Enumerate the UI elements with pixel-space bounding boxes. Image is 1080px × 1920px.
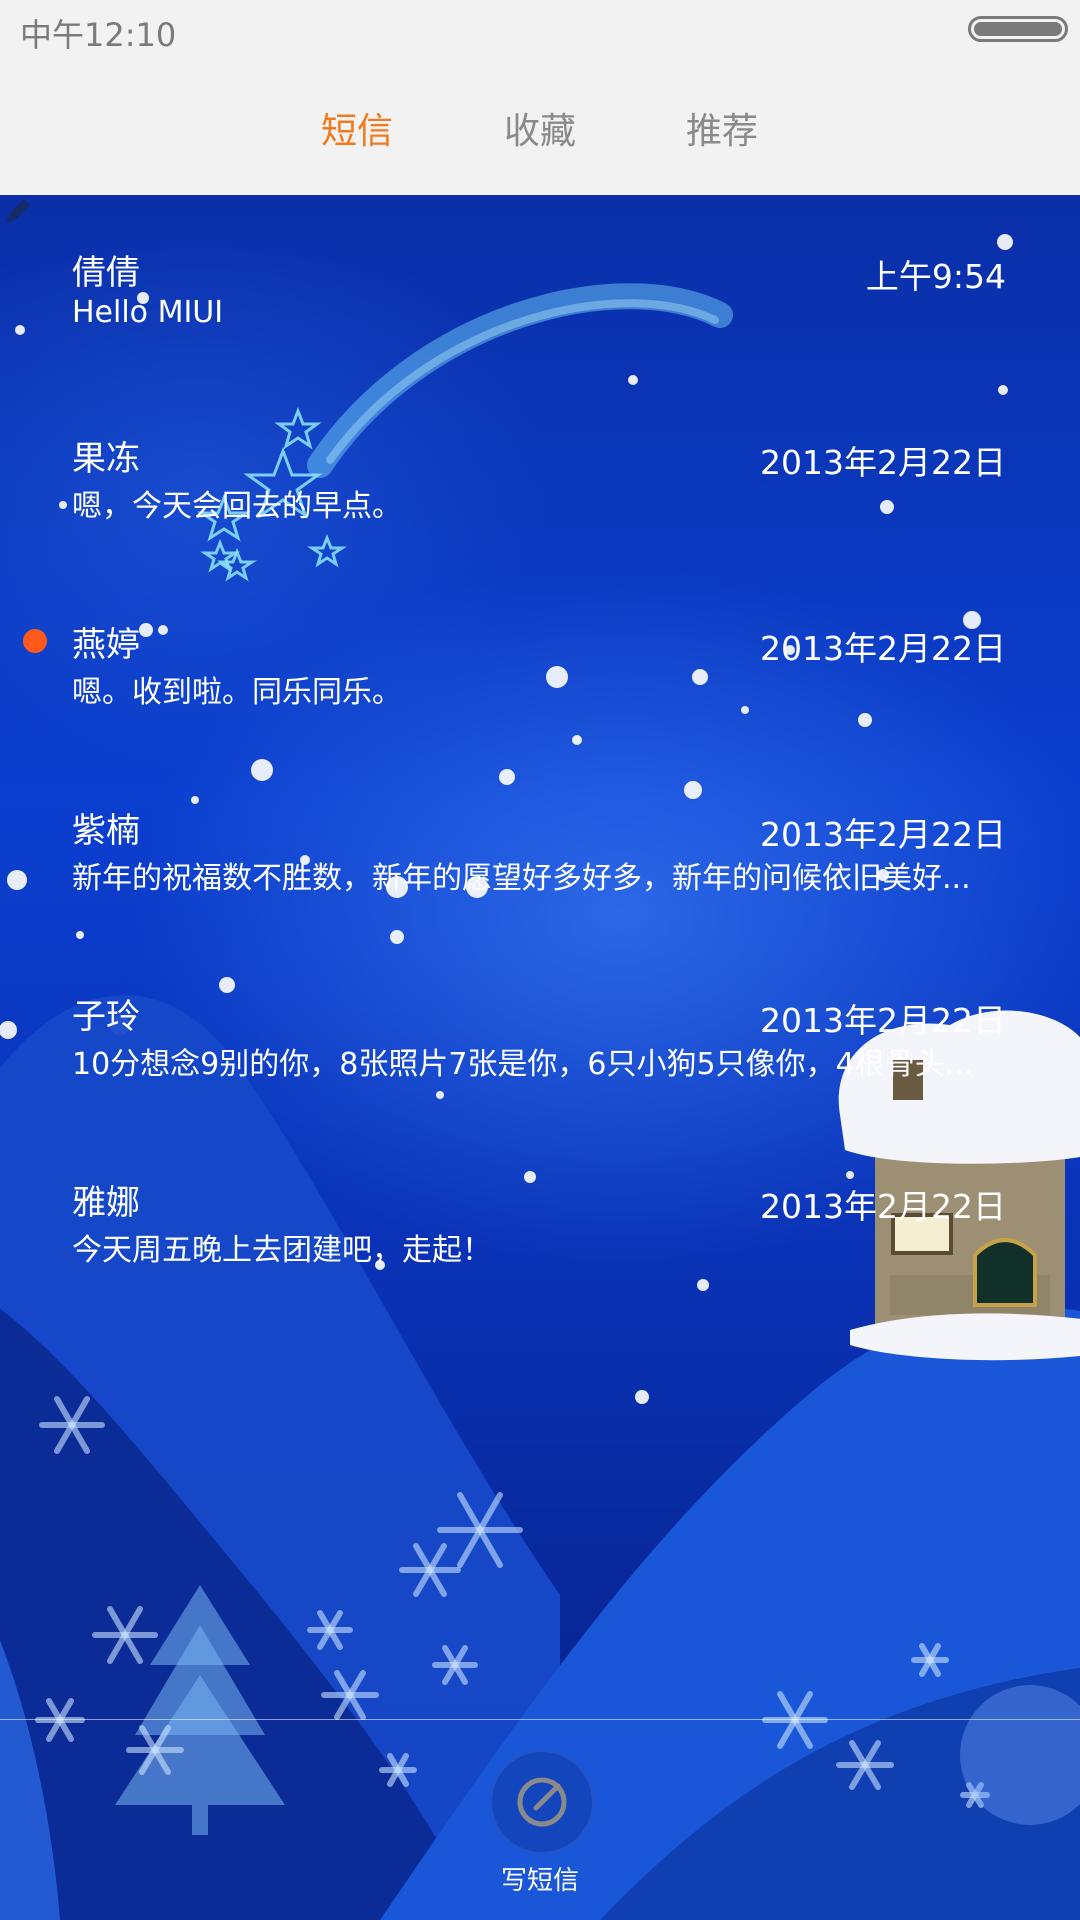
message-preview: 新年的祝福数不胜数，新年的愿望好多好多，新年的问候依旧美好... (72, 861, 971, 896)
contact-name: 雅娜 (72, 1183, 140, 1223)
message-preview: 嗯，今天会回去的早点。 (72, 489, 402, 524)
message-time: 2013年2月22日 (760, 443, 1006, 482)
wallpaper: 倩倩 上午9:54 Hello MIUI 果冻 2013年2月22日 嗯，今天会… (0, 195, 1080, 1920)
tab-recommended[interactable]: 推荐 (622, 102, 822, 154)
contact-name: 果冻 (72, 439, 140, 479)
message-preview: Hello MIUI (72, 295, 224, 330)
message-time: 2013年2月22日 (760, 1001, 1006, 1040)
message-preview: 10分想念9别的你，8张照片7张是你，6只小狗5只像你，4根骨头... (72, 1047, 974, 1082)
battery-icon (968, 16, 1068, 42)
tab-bar: 短信 收藏 推荐 (0, 58, 1080, 195)
tab-messages[interactable]: 短信 (257, 102, 457, 154)
bottom-divider (0, 1719, 1080, 1720)
message-time: 2013年2月22日 (760, 815, 1006, 854)
conversation-item[interactable]: 倩倩 上午9:54 Hello MIUI (0, 195, 1080, 381)
conversation-item[interactable]: 雅娜 2013年2月22日 今天周五晚上去团建吧，走起！ (0, 1125, 1080, 1311)
conversation-item[interactable]: 紫楠 2013年2月22日 新年的祝福数不胜数，新年的愿望好多好多，新年的问候依… (0, 753, 1080, 939)
compose-button[interactable] (490, 1750, 594, 1854)
contact-name: 燕婷 (72, 625, 140, 665)
message-preview: 嗯。收到啦。同乐同乐。 (72, 675, 402, 710)
compose-label[interactable]: 写短信 (440, 1860, 640, 1897)
conversation-item[interactable]: 子玲 2013年2月22日 10分想念9别的你，8张照片7张是你，6只小狗5只像… (0, 939, 1080, 1125)
tab-favorites[interactable]: 收藏 (440, 102, 640, 154)
conversation-item[interactable]: 果冻 2013年2月22日 嗯，今天会回去的早点。 (0, 381, 1080, 567)
message-time: 上午9:54 (865, 257, 1006, 296)
message-time: 2013年2月22日 (760, 1187, 1006, 1226)
contact-name: 子玲 (72, 997, 140, 1037)
message-time: 2013年2月22日 (760, 629, 1006, 668)
contact-name: 倩倩 (72, 253, 140, 293)
status-time: 中午12:10 (20, 16, 177, 54)
contact-name: 紫楠 (72, 811, 140, 851)
unread-indicator (23, 629, 47, 653)
status-bar: 中午12:10 (0, 0, 1080, 58)
conversation-item[interactable]: 燕婷 2013年2月22日 嗯。收到啦。同乐同乐。 (0, 567, 1080, 753)
draft-pencil-icon (6, 199, 30, 223)
message-preview: 今天周五晚上去团建吧，走起！ (72, 1233, 492, 1268)
compose-icon (517, 1777, 567, 1827)
